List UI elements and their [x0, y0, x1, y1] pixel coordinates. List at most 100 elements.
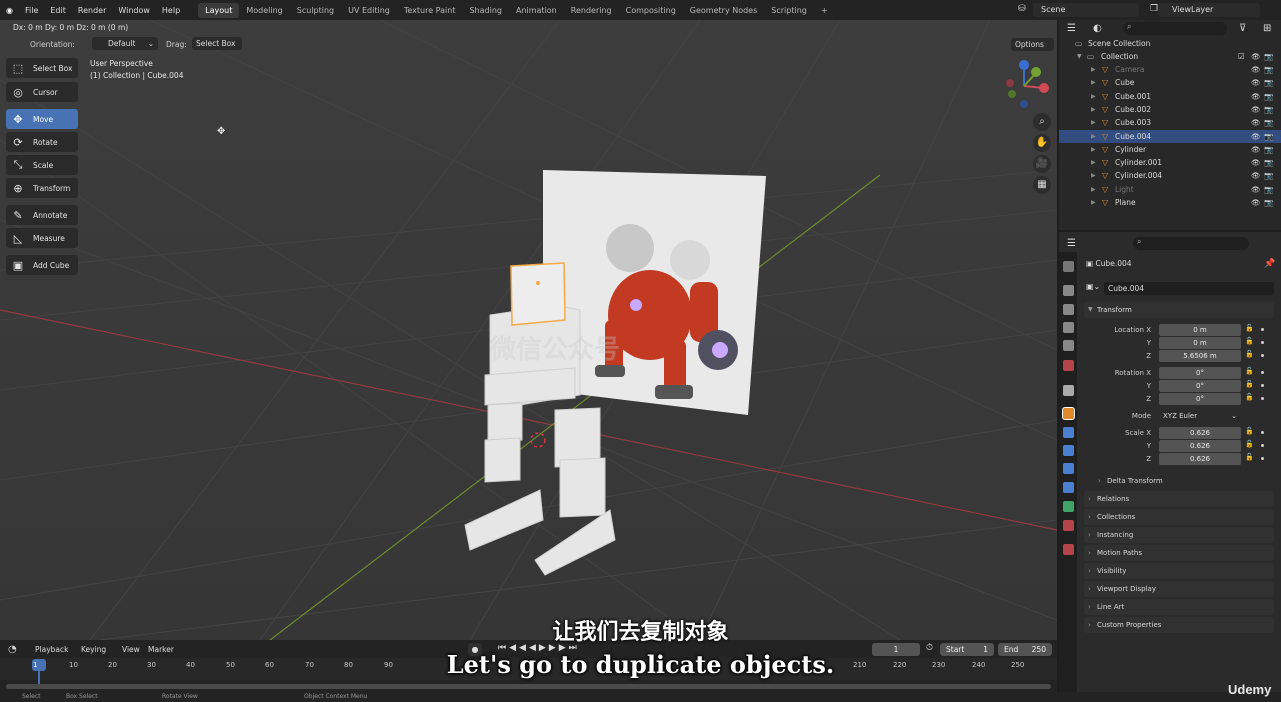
render-camera-icon[interactable]: 📷 — [1264, 103, 1273, 116]
tab-texture-paint[interactable]: Texture Paint — [397, 3, 463, 18]
outliner-search-input[interactable]: ⌕ — [1123, 22, 1227, 35]
lock-icon[interactable]: 🔓 — [1245, 427, 1254, 435]
eye-icon[interactable]: 👁 — [1251, 50, 1261, 63]
render-camera-icon[interactable]: 📷 — [1264, 90, 1273, 103]
outliner-row[interactable]: ▶ ▽ Cube.001 👁 📷 — [1059, 90, 1281, 103]
lock-icon[interactable]: 🔓 — [1245, 350, 1254, 358]
render-camera-icon[interactable]: 📷 — [1264, 183, 1273, 196]
render-camera-icon[interactable]: 📷 — [1264, 196, 1273, 209]
constraints-tab-icon[interactable] — [1063, 482, 1074, 493]
render-camera-icon[interactable]: 📷 — [1264, 63, 1273, 76]
expand-icon[interactable]: ▶ — [1091, 156, 1096, 169]
pan-hand-icon[interactable]: ✋ — [1033, 134, 1051, 152]
expand-icon[interactable]: ▶ — [1091, 130, 1096, 143]
collection-tab-icon[interactable] — [1063, 385, 1074, 396]
texture-tab-icon[interactable] — [1063, 544, 1074, 555]
tool-select-box[interactable]: ⬚ Select Box — [6, 58, 78, 78]
add-workspace-button[interactable]: + — [814, 3, 835, 18]
object-name-field[interactable]: Cube.004 — [1104, 282, 1274, 295]
menu-render[interactable]: Render — [72, 6, 112, 15]
3d-viewport[interactable]: 微信公众号 ✥ — [0, 20, 1057, 640]
tool-annotate[interactable]: ✎ Annotate — [6, 205, 78, 225]
tab-animation[interactable]: Animation — [509, 3, 564, 18]
new-collection-icon[interactable]: ⊞ — [1263, 23, 1271, 34]
scale-y-field[interactable]: 0.626 — [1159, 440, 1241, 452]
expand-icon[interactable]: ▶ — [1091, 76, 1096, 89]
eye-icon[interactable]: 👁 — [1251, 130, 1261, 143]
eye-icon[interactable]: 👁 — [1251, 196, 1261, 209]
checkbox-icon[interactable]: ☑ — [1238, 50, 1245, 63]
tool-move[interactable]: ✥ Move — [6, 109, 78, 129]
panel-header[interactable]: Instancing — [1084, 527, 1274, 543]
outliner-row[interactable]: ▶ ▽ Plane 👁 📷 — [1059, 196, 1281, 209]
location-x-field[interactable]: 0 m — [1159, 324, 1241, 336]
render-camera-icon[interactable]: 📷 — [1264, 50, 1273, 63]
location-y-field[interactable]: 0 m — [1159, 337, 1241, 349]
rotation-x-field[interactable]: 0° — [1159, 367, 1241, 379]
lock-icon[interactable]: 🔓 — [1245, 380, 1254, 388]
tool-measure[interactable]: ◺ Measure — [6, 228, 78, 248]
world-tab-icon[interactable] — [1063, 360, 1074, 371]
zoom-icon[interactable]: ⌕ — [1033, 113, 1051, 131]
view-layer-selector[interactable]: ViewLayer — [1158, 3, 1260, 17]
tool-rotate[interactable]: ⟳ Rotate — [6, 132, 78, 152]
lock-icon[interactable]: 🔓 — [1245, 324, 1254, 332]
modifier-tab-icon[interactable] — [1063, 427, 1074, 438]
tab-rendering[interactable]: Rendering — [564, 3, 619, 18]
expand-icon[interactable]: ▶ — [1091, 103, 1096, 116]
keyframe-dot-icon[interactable] — [1261, 384, 1264, 387]
eye-icon[interactable]: 👁 — [1251, 143, 1261, 156]
outliner-row[interactable]: ▶ ▽ Cube.002 👁 📷 — [1059, 103, 1281, 116]
panel-header[interactable]: Motion Paths — [1084, 545, 1274, 561]
location-z-field[interactable]: 5.6506 m — [1159, 350, 1241, 362]
view-layer-tab-icon[interactable] — [1063, 322, 1074, 333]
properties-search-input[interactable]: ⌕ — [1133, 237, 1249, 250]
outliner-row[interactable]: ▶ ▽ Cylinder.001 👁 📷 — [1059, 156, 1281, 169]
tab-shading[interactable]: Shading — [462, 3, 509, 18]
outliner-display-icon[interactable]: ◐ — [1093, 23, 1102, 34]
outliner-row[interactable]: ▶ ▽ Cube 👁 📷 — [1059, 76, 1281, 89]
scale-z-field[interactable]: 0.626 — [1159, 453, 1241, 465]
tab-uv-editing[interactable]: UV Editing — [341, 3, 397, 18]
view-layer-icon[interactable]: ❐ — [1150, 4, 1158, 14]
eye-icon[interactable]: 👁 — [1251, 63, 1261, 76]
outliner-editor-icon[interactable]: ☰ — [1067, 23, 1076, 34]
tab-compositing[interactable]: Compositing — [619, 3, 683, 18]
keyframe-dot-icon[interactable] — [1261, 354, 1264, 357]
keyframe-dot-icon[interactable] — [1261, 431, 1264, 434]
menu-help[interactable]: Help — [156, 6, 186, 15]
scene-selector[interactable]: Scene — [1033, 3, 1139, 17]
expand-icon[interactable]: ▶ — [1091, 90, 1096, 103]
keyframe-dot-icon[interactable] — [1261, 457, 1264, 460]
render-camera-icon[interactable]: 📷 — [1264, 116, 1273, 129]
menu-file[interactable]: File — [19, 6, 44, 15]
render-camera-icon[interactable]: 📷 — [1264, 76, 1273, 89]
tool-add-cube[interactable]: ▣ Add Cube — [6, 255, 78, 275]
orientation-dropdown[interactable]: Default ⌄ — [92, 37, 158, 50]
expand-icon[interactable]: ▶ — [1091, 63, 1096, 76]
navigation-gizmo[interactable] — [998, 58, 1054, 114]
outliner-row[interactable]: ▶ ▽ Cube.003 👁 📷 — [1059, 116, 1281, 129]
keyframe-dot-icon[interactable] — [1261, 341, 1264, 344]
properties-editor-icon[interactable]: ☰ — [1067, 238, 1076, 249]
keyframe-dot-icon[interactable] — [1261, 371, 1264, 374]
lock-icon[interactable]: 🔓 — [1245, 367, 1254, 375]
lock-icon[interactable]: 🔓 — [1245, 393, 1254, 401]
drag-dropdown[interactable]: Select Box — [192, 37, 242, 50]
panel-header[interactable]: Collections — [1084, 509, 1274, 525]
material-tab-icon[interactable] — [1063, 520, 1074, 531]
expand-icon[interactable]: ▶ — [1091, 143, 1096, 156]
expand-icon[interactable]: ▶ — [1091, 183, 1096, 196]
outliner-row[interactable]: ▶ ▽ Cylinder.004 👁 📷 — [1059, 169, 1281, 182]
camera-view-icon[interactable]: 🎥 — [1033, 155, 1051, 173]
expand-icon[interactable]: ▶ — [1091, 169, 1096, 182]
panel-header[interactable]: Line Art — [1084, 599, 1274, 615]
tab-modeling[interactable]: Modeling — [239, 3, 289, 18]
scene-selector-icon[interactable]: ⛁ — [1018, 4, 1026, 14]
transform-panel-header[interactable]: ▼ Transform — [1084, 302, 1274, 318]
expand-icon[interactable]: ▶ — [1091, 196, 1096, 209]
scale-x-field[interactable]: 0.626 — [1159, 427, 1241, 439]
lock-icon[interactable]: 🔓 — [1245, 453, 1254, 461]
eye-icon[interactable]: 👁 — [1251, 76, 1261, 89]
pin-icon[interactable]: 📌 — [1264, 259, 1275, 269]
